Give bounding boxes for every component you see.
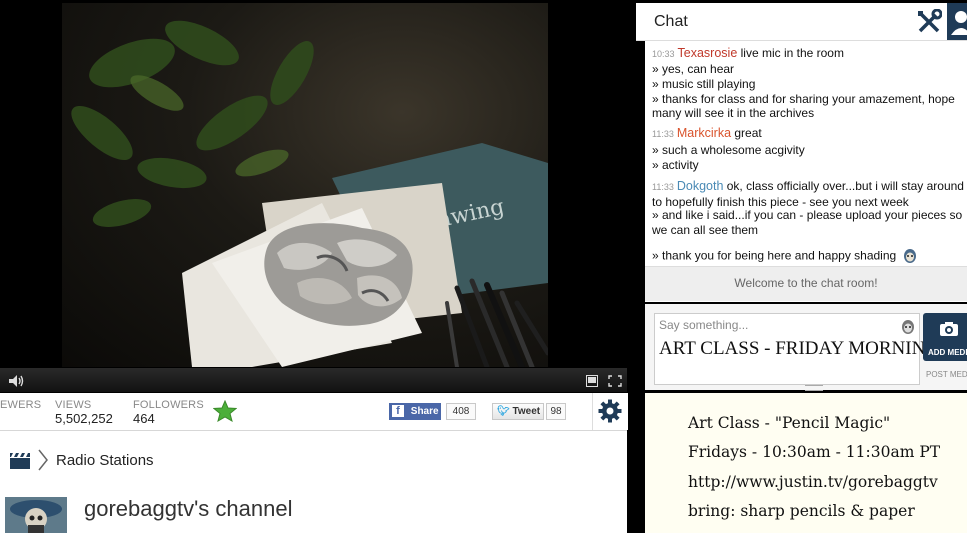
- timestamp: 10:33: [652, 49, 675, 59]
- gear-icon[interactable]: [592, 393, 628, 430]
- player-controls: [0, 368, 627, 392]
- facebook-share-button[interactable]: f Share: [389, 403, 441, 420]
- chat-input-placeholder: Say something...: [659, 318, 749, 332]
- camera-icon: [939, 321, 959, 342]
- chat-message: 10:33 Texasrosie live mic in the room: [652, 46, 964, 61]
- followers-label: FOLLOWERS: [133, 399, 204, 411]
- views-count: 5,502,252: [55, 411, 113, 426]
- post-media-label[interactable]: POST MEDI: [926, 370, 967, 379]
- timestamp: 11:33: [652, 182, 674, 192]
- emote-picker-icon[interactable]: [900, 317, 916, 340]
- facebook-icon: f: [392, 405, 404, 417]
- twitter-bird-icon: 🐦︎: [497, 406, 510, 417]
- resize-handle[interactable]: [805, 385, 823, 391]
- chat-text: great: [731, 126, 762, 140]
- views-label: VIEWS: [55, 399, 92, 411]
- chat-username[interactable]: Dokgoth: [677, 179, 724, 193]
- followers-count: 464: [133, 411, 155, 426]
- chat-text: » thank you for being here and happy sha…: [652, 248, 897, 263]
- chat-input-text: ART CLASS - FRIDAY MORNINGS: [659, 338, 950, 359]
- chat-messages: 10:33 Texasrosie live mic in the room » y…: [645, 41, 967, 302]
- chat-message: 11:33 Dokgoth ok, class officially over..…: [652, 179, 964, 209]
- channel-header: gorebaggtv's channel: [0, 489, 627, 533]
- clapperboard-icon: [9, 452, 31, 475]
- avatar[interactable]: [5, 497, 67, 533]
- chat-message: » activity: [652, 158, 699, 172]
- stats-bar: EWERS VIEWS 5,502,252 FOLLOWERS 464 f Sh…: [0, 393, 628, 431]
- tweet-button[interactable]: 🐦︎ Tweet: [492, 403, 544, 420]
- layout-icon[interactable]: [586, 368, 598, 392]
- chat-username[interactable]: Texasrosie: [678, 46, 738, 60]
- chat-message: » thank you for being here and happy sha…: [652, 246, 964, 267]
- chat-welcome-message: Welcome to the chat room!: [645, 266, 967, 301]
- chat-message: » and like i said...if you can - please …: [652, 208, 963, 237]
- note-line: Fridays - 10:30am - 11:30am PT: [688, 443, 941, 461]
- chevron-right-icon: [37, 448, 49, 477]
- breadcrumb: Radio Stations: [0, 431, 627, 489]
- note-line: bring: sharp pencils & paper: [688, 502, 915, 520]
- chat-message: 11:33 Markcirka great: [652, 126, 964, 141]
- star-icon[interactable]: [212, 399, 238, 427]
- add-media-label: ADD MEDI: [928, 348, 967, 357]
- chat-message: » such a wholesome acgivity: [652, 143, 805, 157]
- channel-title: gorebaggtv's channel: [84, 496, 293, 521]
- emote-icon: [902, 246, 918, 267]
- tweet-count: 98: [546, 403, 566, 420]
- chat-title: Chat: [654, 13, 688, 30]
- user-list-icon[interactable]: [947, 3, 967, 40]
- tweet-label: Tweet: [512, 406, 541, 417]
- chat-input-area: Say something... ART CLASS - FRIDAY MORN…: [645, 304, 967, 391]
- tools-icon[interactable]: [916, 8, 943, 40]
- note-line: Art Class - "Pencil Magic": [688, 414, 891, 432]
- viewers-label: EWERS: [0, 399, 42, 411]
- share-label: Share: [410, 406, 439, 417]
- add-media-button[interactable]: ADD MEDI: [923, 313, 967, 361]
- fullscreen-icon[interactable]: [608, 368, 622, 392]
- class-info-note: Art Class - "Pencil Magic" Fridays - 10:…: [645, 393, 967, 533]
- breadcrumb-radio-stations[interactable]: Radio Stations: [56, 452, 154, 469]
- chat-message: » music still playing: [652, 77, 756, 91]
- timestamp: 11:33: [652, 129, 674, 139]
- chat-input[interactable]: Say something... ART CLASS - FRIDAY MORN…: [654, 313, 950, 385]
- chat-text: live mic in the room: [737, 46, 844, 60]
- chat-username[interactable]: Markcirka: [677, 126, 731, 140]
- chat-header: Chat: [636, 3, 967, 41]
- chat-message: » yes, can hear: [652, 62, 735, 76]
- note-link: http://www.justin.tv/gorebaggtv: [688, 473, 938, 491]
- video-frame-art-desk: Drawing: [71, 20, 548, 367]
- chat-message: » thanks for class and for sharing your …: [652, 92, 955, 120]
- share-count: 408: [446, 403, 476, 420]
- video-player[interactable]: Drawing: [62, 3, 548, 367]
- speaker-icon[interactable]: [8, 368, 26, 392]
